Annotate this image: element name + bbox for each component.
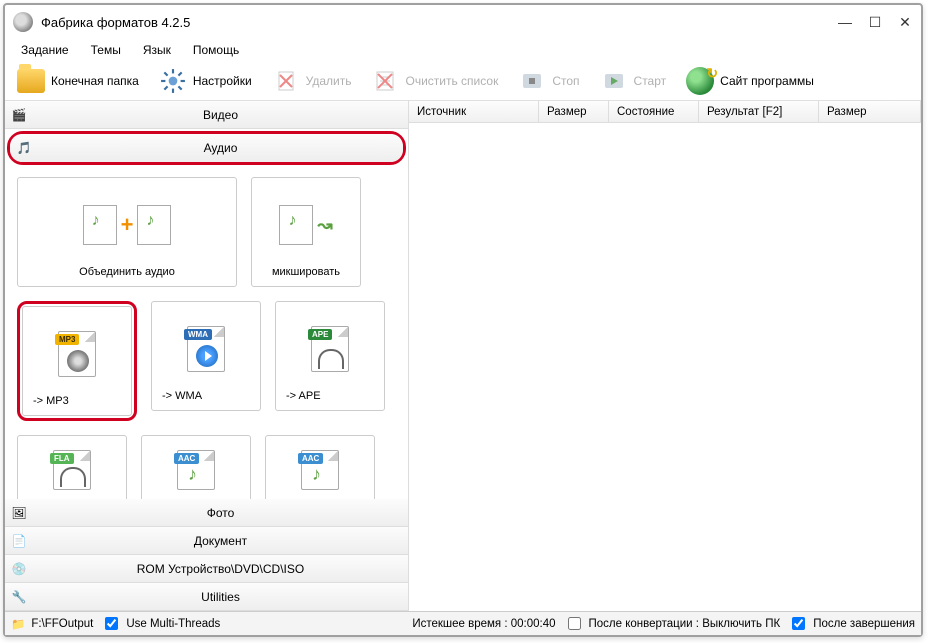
site-label: Сайт программы — [720, 74, 814, 88]
tile-mix-label: микшировать — [272, 266, 340, 278]
col-result[interactable]: Результат [F2] — [699, 101, 819, 122]
tile-ape[interactable]: APE -> APE — [275, 301, 385, 411]
tile-fla[interactable]: FLA — [17, 435, 127, 499]
close-button[interactable]: ✕ — [897, 14, 913, 31]
category-photo[interactable]: 🖼 Фото — [5, 499, 408, 527]
fla-file-icon: FLA — [53, 450, 91, 490]
settings-label: Настройки — [193, 74, 252, 88]
site-button[interactable]: Сайт программы — [678, 63, 822, 99]
menu-themes[interactable]: Темы — [81, 41, 131, 59]
film-icon: 🎬 — [5, 108, 33, 122]
menu-lang[interactable]: Язык — [133, 41, 181, 59]
app-window: Фабрика форматов 4.2.5 — ☐ ✕ Задание Тем… — [3, 3, 923, 637]
document-icon: 📄 — [5, 534, 33, 548]
category-panel: 🎬 Видео 🎵 Аудио + О — [5, 101, 409, 611]
menubar: Задание Темы Язык Помощь — [5, 39, 921, 61]
output-folder-button[interactable]: Конечная папка — [9, 63, 147, 99]
category-video[interactable]: 🎬 Видео — [5, 101, 408, 129]
main-area: 🎬 Видео 🎵 Аудио + О — [5, 101, 921, 611]
elapsed-time: Истекшее время : 00:00:40 — [412, 618, 555, 630]
start-button[interactable]: Старт — [592, 63, 675, 99]
multi-threads-label: Use Multi-Threads — [126, 618, 220, 630]
category-document[interactable]: 📄 Документ — [5, 527, 408, 555]
menu-task[interactable]: Задание — [11, 41, 79, 59]
photo-icon: 🖼 — [5, 506, 33, 520]
tile-mp3[interactable]: MP3 -> MP3 — [22, 306, 132, 416]
disc-icon: 💿 — [5, 562, 33, 576]
start-label: Старт — [634, 74, 667, 88]
clear-icon — [371, 67, 399, 95]
window-controls: — ☐ ✕ — [837, 14, 913, 31]
minimize-button[interactable]: — — [837, 14, 853, 31]
menu-help[interactable]: Помощь — [183, 41, 249, 59]
tile-wma[interactable]: WMA -> WMA — [151, 301, 261, 411]
join-audio-icon: + — [83, 205, 172, 245]
after-done-label: После завершения — [813, 618, 915, 630]
aac-file-icon: AAC♪ — [177, 450, 215, 490]
aac-file-icon-2: AAC♪ — [301, 450, 339, 490]
window-title: Фабрика форматов 4.2.5 — [41, 15, 190, 30]
category-audio-label: Аудио — [38, 141, 403, 155]
clear-label: Очистить список — [405, 74, 498, 88]
category-utilities[interactable]: 🔧 Utilities — [5, 583, 408, 611]
toolbar: Конечная папка Настройки Удалить Очистит… — [5, 61, 921, 101]
mp3-file-icon: MP3 — [58, 331, 96, 377]
tile-mix[interactable]: ↝ микшировать — [251, 177, 361, 287]
app-icon — [13, 12, 33, 32]
tile-aac-2[interactable]: AAC♪ — [265, 435, 375, 499]
column-headers: Источник Размер Состояние Результат [F2]… — [409, 101, 921, 123]
status-bar: 📁 F:\FFOutput Use Multi-Threads Истекшее… — [5, 611, 921, 635]
tile-ape-label: -> APE — [280, 390, 321, 402]
stop-label: Стоп — [552, 74, 579, 88]
stop-button[interactable]: Стоп — [510, 63, 587, 99]
tile-mp3-label: -> MP3 — [27, 395, 69, 407]
file-list-empty — [409, 123, 921, 611]
col-state[interactable]: Состояние — [609, 101, 699, 122]
after-conv-label: После конвертации : Выключить ПК — [589, 618, 781, 630]
category-rom[interactable]: 💿 ROM Устройство\DVD\CD\ISO — [5, 555, 408, 583]
globe-icon — [686, 67, 714, 95]
multi-threads-checkbox[interactable] — [105, 617, 118, 630]
music-icon: 🎵 — [10, 141, 38, 155]
output-folder-label: Конечная папка — [51, 74, 139, 88]
col-size[interactable]: Размер — [539, 101, 609, 122]
ape-file-icon: APE — [311, 326, 349, 372]
clear-list-button[interactable]: Очистить список — [363, 63, 506, 99]
category-rom-label: ROM Устройство\DVD\CD\ISO — [33, 562, 408, 576]
folder-icon — [17, 69, 45, 93]
audio-highlight: 🎵 Аудио — [7, 131, 406, 165]
category-photo-label: Фото — [33, 506, 408, 520]
delete-button[interactable]: Удалить — [264, 63, 360, 99]
col-source[interactable]: Источник — [409, 101, 539, 122]
titlebar: Фабрика форматов 4.2.5 — ☐ ✕ — [5, 5, 921, 39]
utilities-icon: 🔧 — [5, 590, 33, 604]
category-utilities-label: Utilities — [33, 590, 408, 604]
folder-small-icon[interactable]: 📁 — [11, 617, 25, 631]
output-path[interactable]: F:\FFOutput — [31, 618, 93, 630]
maximize-button[interactable]: ☐ — [867, 14, 883, 31]
mix-icon: ↝ — [279, 205, 332, 245]
category-document-label: Документ — [33, 534, 408, 548]
col-size2[interactable]: Размер — [819, 101, 921, 122]
delete-label: Удалить — [306, 74, 352, 88]
after-conv-checkbox[interactable] — [568, 617, 581, 630]
settings-button[interactable]: Настройки — [151, 63, 260, 99]
tile-aac[interactable]: AAC♪ — [141, 435, 251, 499]
category-video-label: Видео — [33, 108, 408, 122]
tile-join-audio-label: Объединить аудио — [79, 266, 175, 278]
stop-icon — [518, 67, 546, 95]
file-list-panel: Источник Размер Состояние Результат [F2]… — [409, 101, 921, 611]
after-done-checkbox[interactable] — [792, 617, 805, 630]
tile-join-audio[interactable]: + Объединить аудио — [17, 177, 237, 287]
mp3-highlight: MP3 -> MP3 — [17, 301, 137, 421]
start-icon — [600, 67, 628, 95]
tile-wma-label: -> WMA — [156, 390, 202, 402]
gear-icon — [159, 67, 187, 95]
category-audio[interactable]: 🎵 Аудио — [10, 134, 403, 162]
tiles-grid: + Объединить аудио ↝ микшировать — [5, 167, 408, 499]
wma-file-icon: WMA — [187, 326, 225, 372]
delete-icon — [272, 67, 300, 95]
